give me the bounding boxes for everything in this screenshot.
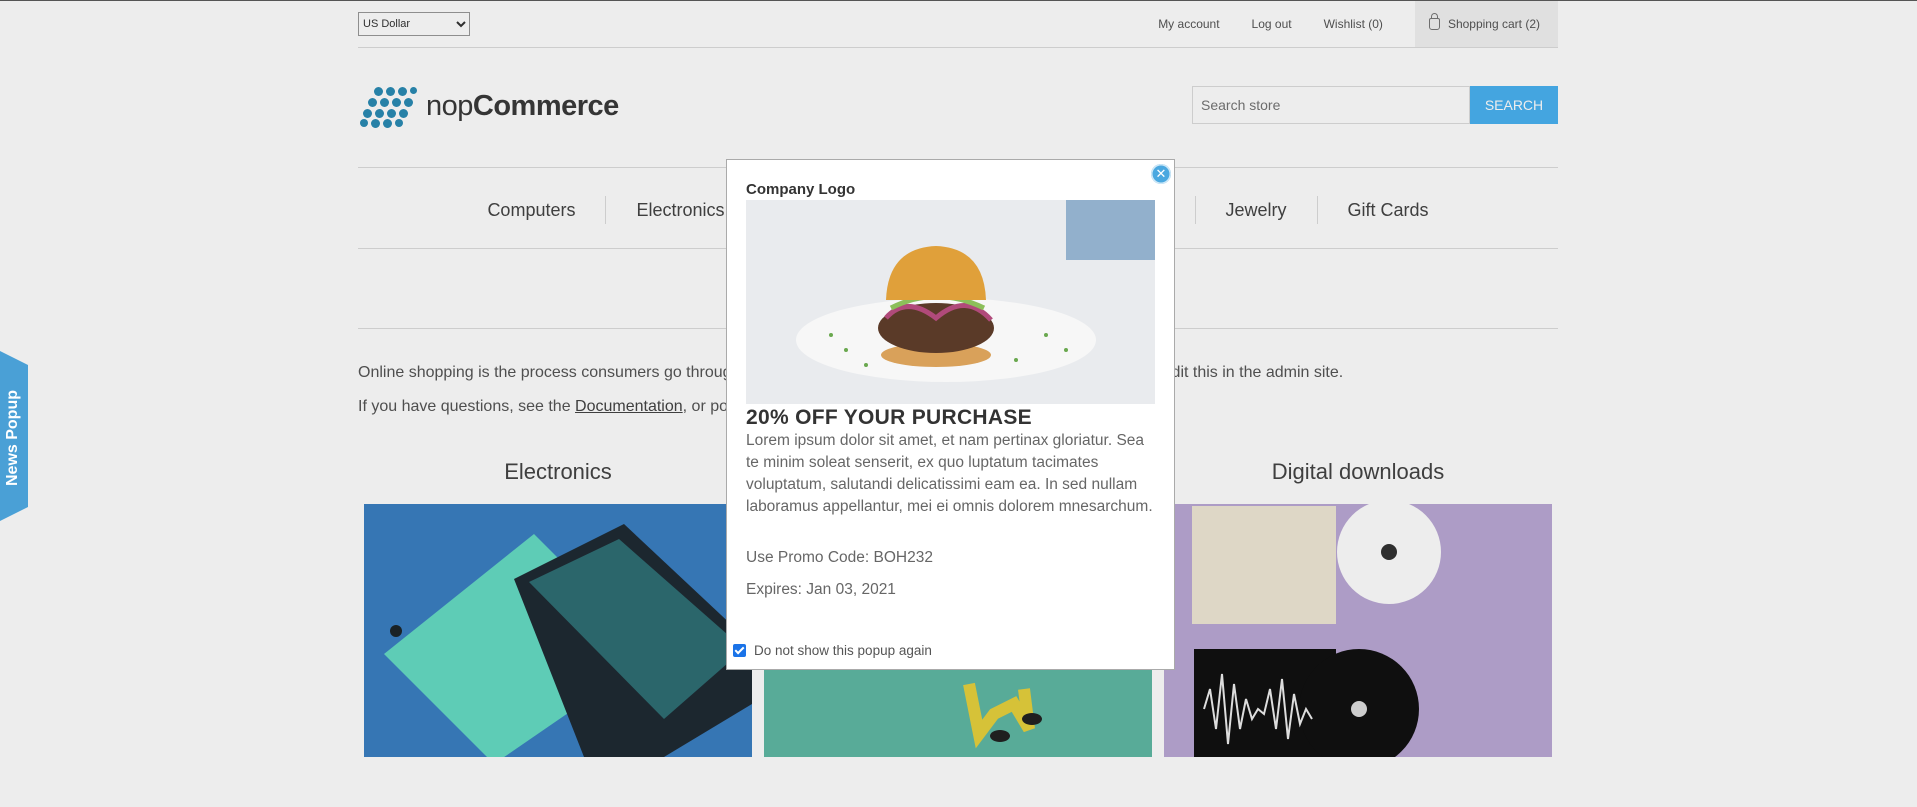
popup-company-logo: Company Logo — [746, 181, 856, 198]
popup-promo-code: Use Promo Code: BOH232 — [746, 549, 933, 566]
news-popup-dialog: ✕ Company Logo 20% OFF YOUR PURCHASE Lor… — [726, 159, 1175, 670]
news-popup-tab[interactable]: News Popup — [0, 351, 28, 521]
dont-show-again-label: Do not show this popup again — [754, 643, 932, 658]
popup-burger-image — [746, 200, 1155, 404]
page: US Dollar My account Log out Wishlist (0… — [0, 0, 1917, 807]
popup-expiry: Expires: Jan 03, 2021 — [746, 581, 896, 598]
popup-headline: 20% OFF YOUR PURCHASE — [746, 406, 1032, 429]
close-icon[interactable]: ✕ — [1151, 164, 1171, 184]
dont-show-again-checkbox[interactable]: Do not show this popup again — [733, 643, 932, 658]
news-popup-tab-label: News Popup — [4, 389, 21, 486]
checkbox-checked-icon[interactable] — [733, 644, 746, 657]
popup-body-text: Lorem ipsum dolor sit amet, et nam perti… — [746, 432, 1153, 515]
